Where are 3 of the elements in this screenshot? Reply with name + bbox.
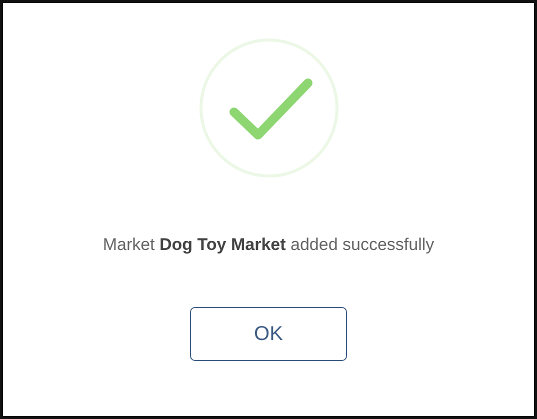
success-message: Market Dog Toy Market added successfully	[102, 235, 434, 255]
check-circle-icon	[198, 37, 340, 179]
ok-button[interactable]: OK	[190, 307, 347, 361]
